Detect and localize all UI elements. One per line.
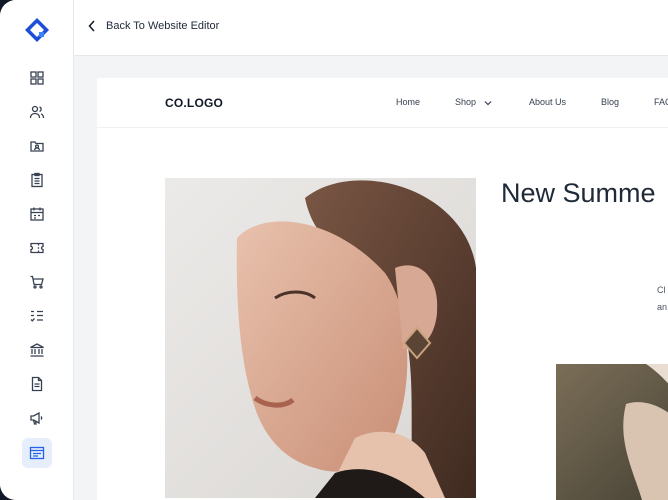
back-to-editor-button[interactable]: Back To Website Editor	[88, 20, 219, 32]
sidebar-item-documents[interactable]	[22, 369, 52, 399]
browser-window-icon	[29, 446, 45, 460]
checklist-icon	[30, 310, 43, 322]
hero-headline: New Summe	[501, 178, 656, 208]
site-header: CO.LOGO Home Shop About Us Blog FAQ	[97, 78, 668, 128]
app-frame: Back To Website Editor CO.LOGO Home Shop…	[0, 0, 668, 500]
chevron-left-icon	[88, 20, 95, 32]
hero-text-line-1: Cl	[657, 285, 666, 295]
ticket-icon	[30, 242, 44, 254]
website-preview-canvas: CO.LOGO Home Shop About Us Blog FAQ	[97, 78, 668, 500]
clipboard-icon	[31, 172, 43, 188]
sidebar-item-shop[interactable]	[22, 267, 52, 297]
sidebar-item-tasks[interactable]	[22, 165, 52, 195]
sidebar-item-contacts[interactable]	[22, 131, 52, 161]
site-nav-about[interactable]: About Us	[529, 97, 566, 107]
chevron-down-icon	[484, 100, 491, 105]
hero-image	[165, 178, 476, 498]
megaphone-icon	[30, 411, 43, 425]
sidebar-item-dashboard[interactable]	[22, 63, 52, 93]
users-icon	[29, 105, 45, 119]
site-nav-shop-label: Shop	[455, 97, 477, 107]
back-label: Back To Website Editor	[106, 20, 220, 32]
site-nav-faq[interactable]: FAQ	[654, 97, 668, 107]
sidebar-item-finance[interactable]	[22, 335, 52, 365]
document-icon	[31, 376, 43, 392]
sidebar	[0, 0, 74, 500]
site-logo[interactable]: CO.LOGO	[165, 96, 223, 110]
folder-user-icon	[30, 141, 44, 152]
sidebar-item-users[interactable]	[22, 97, 52, 127]
bank-icon	[30, 343, 44, 357]
sidebar-item-calendar[interactable]	[22, 199, 52, 229]
site-nav-blog[interactable]: Blog	[601, 97, 619, 107]
site-nav-shop[interactable]: Shop	[455, 97, 492, 107]
brand-logo-icon[interactable]	[24, 17, 50, 43]
hero-text-line-2: an	[657, 302, 668, 312]
sidebar-item-marketing[interactable]	[22, 403, 52, 433]
sidebar-item-checklist[interactable]	[22, 301, 52, 331]
model-portrait-image	[165, 178, 476, 498]
dashboard-icon	[30, 71, 44, 85]
sidebar-item-tickets[interactable]	[22, 233, 52, 263]
cart-icon	[30, 275, 44, 289]
calendar-icon	[30, 207, 44, 221]
sidebar-item-website[interactable]	[22, 438, 52, 468]
site-nav-home[interactable]: Home	[396, 97, 420, 107]
top-bar: Back To Website Editor	[74, 0, 668, 56]
